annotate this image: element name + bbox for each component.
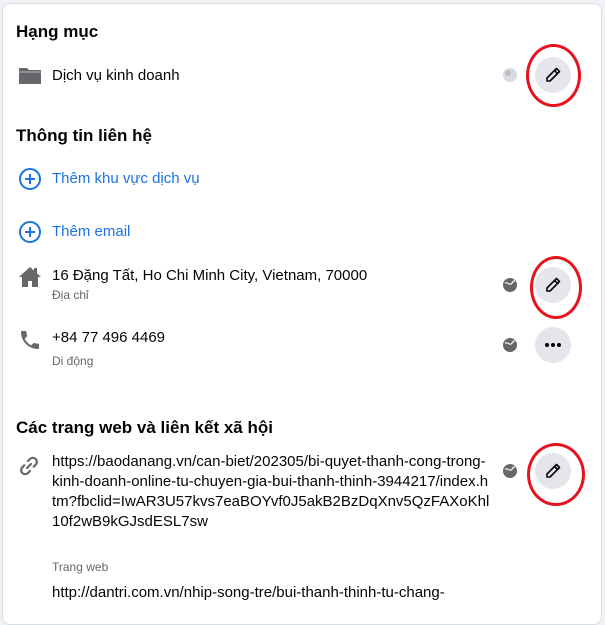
more-dots-icon bbox=[545, 343, 561, 347]
plus-circle-icon bbox=[19, 168, 41, 190]
highlight-ring bbox=[526, 44, 581, 107]
phone-value: +84 77 496 4469 bbox=[52, 329, 166, 346]
home-icon bbox=[19, 267, 41, 287]
add-service-area-link[interactable]: Thêm khu vực dịch vụ bbox=[52, 170, 200, 187]
category-value: Dịch vụ kinh doanh bbox=[52, 67, 180, 84]
phone-icon bbox=[21, 331, 39, 349]
category-heading: Hạng mục bbox=[16, 22, 99, 41]
phone-label: Di động bbox=[52, 354, 94, 368]
highlight-ring bbox=[527, 443, 585, 506]
highlight-ring bbox=[530, 256, 582, 319]
link-icon bbox=[20, 456, 38, 476]
website-url-second[interactable]: http://dantri.com.vn/nhip-song-tre/bui-t… bbox=[52, 583, 492, 603]
address-label: Địa chỉ bbox=[52, 288, 89, 302]
phone-more-button[interactable] bbox=[535, 327, 571, 363]
globe-icon bbox=[503, 68, 517, 82]
address-value: 16 Đặng Tất, Ho Chi Minh City, Vietnam, … bbox=[52, 267, 368, 284]
add-email-link[interactable]: Thêm email bbox=[52, 223, 130, 240]
website-url[interactable]: https://baodanang.vn/can-biet/202305/bi-… bbox=[52, 452, 492, 532]
contact-heading: Thông tin liên hệ bbox=[16, 126, 152, 145]
globe-icon bbox=[503, 338, 517, 352]
website-label: Trang web bbox=[52, 560, 109, 574]
add-email-button[interactable] bbox=[18, 220, 42, 249]
globe-icon bbox=[503, 464, 517, 478]
plus-circle-icon bbox=[19, 221, 41, 243]
add-service-area-button[interactable] bbox=[18, 167, 42, 196]
globe-icon bbox=[503, 278, 517, 292]
websites-heading: Các trang web và liên kết xã hội bbox=[16, 418, 273, 437]
folder-icon bbox=[19, 68, 41, 84]
